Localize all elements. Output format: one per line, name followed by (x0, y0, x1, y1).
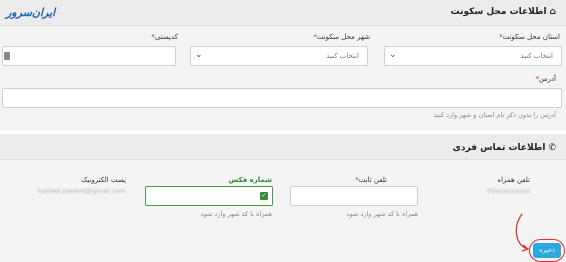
province-select-value: انتخاب کنید (520, 52, 553, 60)
residence-header: ⌂اطلاعات محل سکونت ایران‌سرور (0, 0, 566, 26)
contact-header: ✆اطلاعات تماس فردی (0, 134, 566, 160)
city-select[interactable]: انتخاب کنید ⌄ (190, 46, 368, 66)
residence-title: ⌂اطلاعات محل سکونت (450, 7, 556, 17)
email-label: پست الکترونیک (81, 176, 126, 184)
postal-code-label: کدپستی* (151, 33, 178, 41)
address-hint: آدرس را بدون ذکر نام استان و شهر وارد کن… (433, 111, 556, 119)
province-label: استان محل سکونت* (499, 33, 560, 41)
fax-input[interactable]: ✓ (145, 186, 273, 206)
contact-title: ✆اطلاعات تماس فردی (452, 143, 556, 153)
province-select[interactable]: انتخاب کنید ⌄ (384, 46, 562, 66)
residence-section: ⌂اطلاعات محل سکونت ایران‌سرور استان محل … (0, 0, 566, 130)
landline-hint: همراه با کد شهر وارد شود (346, 210, 418, 218)
fax-hint: همراه با کد شهر وارد شود (200, 210, 272, 218)
landline-input[interactable] (290, 186, 418, 206)
city-label: شهر محل سکونت* (313, 33, 370, 41)
postal-code-input[interactable] (2, 46, 176, 66)
city-select-value: انتخاب کنید (326, 52, 359, 60)
address-input[interactable] (2, 88, 562, 108)
phone-icon: ✆ (548, 143, 556, 153)
chevron-down-icon: ⌄ (389, 50, 397, 60)
autofill-icon (4, 52, 10, 60)
home-icon: ⌂ (549, 7, 556, 17)
autofill-icon: ✓ (260, 192, 268, 200)
email-value: hamed.saeemi@gmail.com (37, 187, 126, 195)
landline-label: تلفن ثابت* (355, 176, 387, 184)
brand-logo: ایران‌سرور (6, 6, 56, 19)
contact-section: ✆اطلاعات تماس فردی تلفن همراه 09xxxxxxxx… (0, 134, 566, 262)
address-label: آدرس* (535, 75, 557, 83)
chevron-down-icon: ⌄ (195, 50, 203, 60)
mobile-label: تلفن همراه (497, 176, 530, 184)
mobile-value: 09xxxxxxxxx (487, 187, 530, 195)
fax-label: شماره فکس (228, 176, 272, 184)
save-button[interactable]: ذخیره (533, 243, 561, 258)
